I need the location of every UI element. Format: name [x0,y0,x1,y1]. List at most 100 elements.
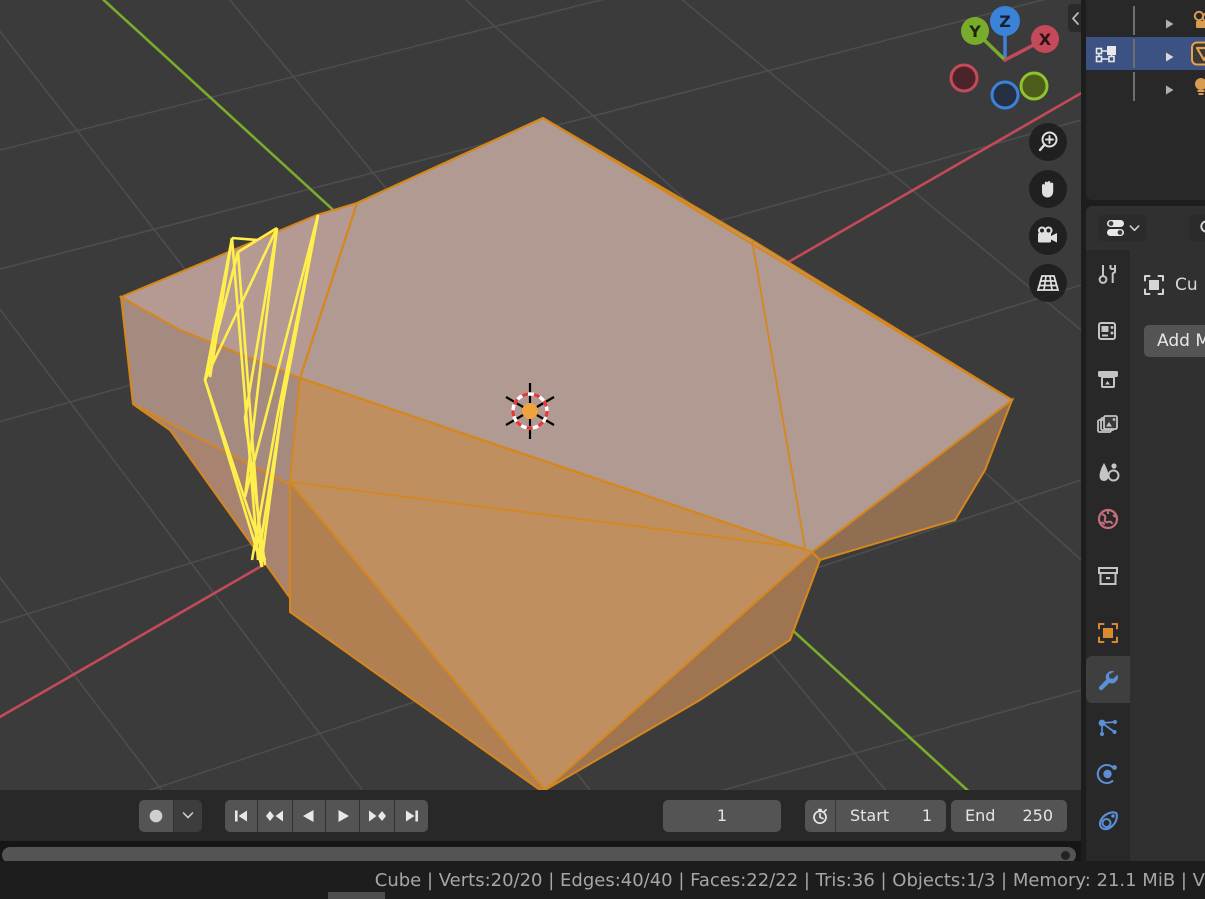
search-icon [1200,220,1205,233]
tab-view-layer[interactable] [1086,401,1130,448]
chevron-down-icon [1129,224,1139,231]
jump-to-start-button[interactable] [225,799,258,832]
tab-constraints[interactable] [1086,797,1130,844]
3d-viewport[interactable]: Z Y X [0,0,1081,790]
triangle-right-icon [1166,52,1174,62]
frame-range-group: Start 1 [805,799,946,832]
auto-keying-group [139,799,202,832]
gizmo-axis-x-label: X [1039,30,1052,49]
status-bar-stats: Cube | Verts:20/20 | Edges:40/40 | Faces… [374,870,1205,891]
outliner-disclosure-camera[interactable] [1164,15,1175,34]
tab-separator [1086,297,1130,307]
tab-render[interactable] [1086,307,1130,354]
gizmo-axis-neg-y [1019,71,1049,101]
triangle-right-icon [1166,85,1174,95]
render-camera-icon [1098,321,1116,340]
play-reverse-icon [303,809,314,822]
playback-controls [225,799,428,832]
tab-world[interactable] [1086,495,1130,542]
perspective-toggle-tool[interactable] [1029,264,1067,302]
breadcrumb[interactable]: Cu [1141,272,1198,298]
tab-output[interactable] [1086,354,1130,401]
viewport-scene [0,0,1081,790]
tab-collection[interactable] [1086,552,1130,599]
object-square-icon [1098,622,1118,643]
properties-tab-column[interactable] [1086,250,1130,861]
properties-body: Cu Add M [1130,250,1205,861]
chevron-down-icon [182,812,194,819]
properties-header [1086,206,1205,250]
next-keyframe-button[interactable] [360,799,395,832]
current-frame-field[interactable]: 1 [663,799,781,832]
frame-end-field[interactable]: End 250 [951,799,1067,832]
auto-keying-button[interactable] [139,799,174,832]
constraint-icon [1098,810,1118,830]
play-icon [338,809,349,822]
triangle-right-icon [1166,19,1174,29]
jump-to-end-button[interactable] [395,799,428,832]
previous-keyframe-button[interactable] [258,799,293,832]
object-icon [1144,275,1164,295]
auto-keying-options[interactable] [174,799,202,832]
frame-end-value: 250 [1022,806,1053,825]
properties-search-button[interactable] [1189,215,1205,241]
gizmo-axis-neg-z [990,80,1020,110]
tab-modifiers[interactable] [1086,656,1130,703]
blender-window: Z Y X 1 Start 1 End 250 Cu Add M Cube | … [0,0,1205,899]
play-button[interactable] [326,799,360,832]
record-dot-icon [149,809,163,822]
tab-scene[interactable] [1086,448,1130,495]
outliner-row-camera[interactable] [1086,4,1205,37]
tab-tool[interactable] [1086,250,1130,297]
tab-object[interactable] [1086,609,1130,656]
outliner-disclosure-cube[interactable] [1164,48,1175,67]
breadcrumb-object-name: Cu [1175,275,1198,295]
navigation-gizmo[interactable]: Z Y X [940,0,1060,115]
particles-icon [1098,719,1117,736]
add-modifier-button[interactable]: Add M [1144,325,1205,357]
frame-start-field[interactable]: Start 1 [836,799,946,832]
outliner-row-light[interactable] [1086,70,1205,103]
zoom-tool[interactable] [1029,123,1067,161]
select-box-icon [1094,44,1124,68]
timeline-editor[interactable]: 1 Start 1 End 250 [0,790,1081,841]
play-reverse-button[interactable] [293,799,326,832]
outliner-row-cube[interactable] [1086,37,1205,70]
scrollbar-handle[interactable] [1061,851,1070,860]
tab-particles[interactable] [1086,703,1130,750]
status-bar-nub [328,892,385,899]
images-icon [1097,414,1118,433]
outliner-hierarchy-line [1133,72,1135,101]
printer-icon [1098,370,1118,388]
chevron-left-icon [1071,11,1079,25]
outliner-disclosure-light[interactable] [1164,81,1175,100]
frame-end-group: End 250 [951,799,1067,832]
pan-tool[interactable] [1029,170,1067,208]
world-globe-icon [1097,508,1119,529]
properties-editor[interactable]: Cu Add M [1086,206,1205,861]
skip-end-icon [405,810,418,821]
magnifier-plus-icon [1038,131,1058,152]
tool-icon [1098,264,1116,284]
status-bar: Cube | Verts:20/20 | Edges:40/40 | Faces… [0,861,1205,899]
prev-keyframe-icon [266,810,283,821]
editor-type-selector[interactable] [1098,215,1146,241]
collection-box-icon [1098,566,1118,585]
outliner-editor[interactable] [1086,0,1205,200]
wrench-icon [1098,670,1118,690]
tab-separator [1086,599,1130,609]
grid-perspective-icon [1036,275,1060,291]
tab-physics[interactable] [1086,750,1130,797]
properties-editor-icon [1106,220,1124,236]
gizmo-axis-y-label: Y [968,22,981,41]
camera-icon [1038,226,1057,243]
mesh-data-icon [1191,41,1205,70]
camera-data-icon [1191,10,1205,35]
frame-start-label: Start [850,806,890,825]
viewport-sidebar-collapse-button[interactable] [1068,4,1081,32]
gizmo-axis-z-label: Z [999,12,1011,31]
stopwatch-icon [813,808,827,824]
gizmo-axis-neg-x [949,63,979,93]
use-preview-range-button[interactable] [805,799,836,832]
camera-view-tool[interactable] [1029,217,1067,255]
